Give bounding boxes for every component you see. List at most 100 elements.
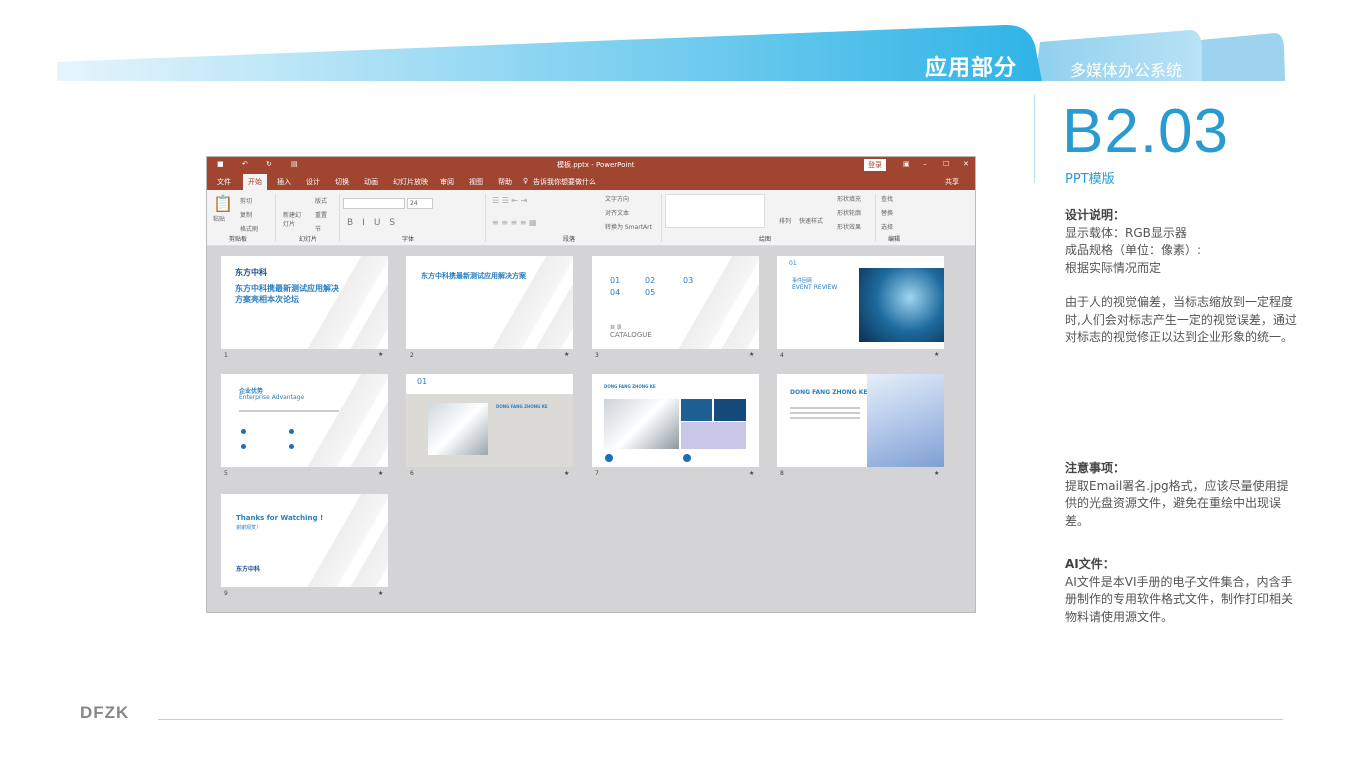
design-notes: 设计说明： 显示载体：RGB显示器 成品规格（单位：像素）: 根据实际情况而定 … [1065, 207, 1300, 347]
tab-transitions[interactable]: 切换 [335, 177, 349, 187]
shape-outline-button[interactable]: 形状轮廓 [837, 208, 861, 217]
tab-help[interactable]: 帮助 [498, 177, 512, 187]
design-line: 显示载体：RGB显示器 [1065, 225, 1187, 240]
cut-button[interactable]: 剪切 [240, 196, 252, 205]
group-label: 剪贴板 [229, 236, 248, 243]
slide-number: 5 [224, 470, 228, 477]
slide-thumbnail[interactable]: 01 02 03 04 05 目 录 CATALOGUE [592, 256, 759, 349]
transition-star-icon: ★ [378, 590, 384, 597]
subsection-title: 多媒体办公系统 [1070, 61, 1183, 80]
shapes-gallery[interactable] [665, 194, 765, 228]
tab-animations[interactable]: 动画 [364, 177, 378, 187]
tab-home[interactable]: 开始 [243, 174, 267, 190]
window-title: 模板.pptx - PowerPoint [557, 161, 635, 169]
design-heading: 设计说明： [1065, 208, 1126, 222]
format-painter-button[interactable]: 格式刷 [240, 224, 258, 233]
section-button[interactable]: 节 [315, 224, 321, 233]
arrange-button[interactable]: 排列 [779, 216, 791, 225]
close-button[interactable]: ✕ [963, 160, 969, 168]
slide-thumbnail[interactable]: 企业优势 Enterprise Advantage [221, 374, 388, 467]
powerpoint-window: ■ ↶ ↻ ▤ 模板.pptx - PowerPoint 登录 ▣ – ☐ ✕ … [206, 156, 976, 613]
new-slide-button[interactable]: 新建幻灯片 [283, 210, 303, 228]
slide-number: 9 [224, 590, 228, 597]
group-label: 绘图 [759, 236, 772, 243]
design-line: 根据实际情况而定 [1065, 260, 1162, 275]
tab-review[interactable]: 审阅 [440, 177, 454, 187]
reset-button[interactable]: 重置 [315, 210, 327, 219]
font-format-buttons[interactable]: BIUS [347, 218, 404, 228]
ai-heading: AI文件： [1065, 557, 1115, 571]
maximize-button[interactable]: ☐ [943, 160, 949, 168]
group-label: 字体 [402, 236, 415, 243]
slide-thumbnail[interactable]: 东方中科 东方中科携最新测试应用解决方案亮相本次论坛 [221, 256, 388, 349]
transition-star-icon: ★ [749, 351, 755, 358]
catalogue-item: 05 [645, 288, 656, 297]
copy-button[interactable]: 复制 [240, 210, 252, 219]
transition-star-icon: ★ [564, 470, 570, 477]
page-title: PPT模版 [1065, 172, 1115, 187]
transition-star-icon: ★ [934, 351, 940, 358]
font-name-input[interactable] [343, 198, 405, 209]
tab-file[interactable]: 文件 [217, 177, 231, 187]
text-direction-button[interactable]: 文字方向 [605, 194, 629, 203]
slide-thumbnail[interactable]: Thanks for Watching ! 谢谢观赏！ 东方中科 [221, 494, 388, 587]
smartart-button[interactable]: 转换为 SmartArt [605, 222, 652, 231]
logo: 东方中科 [236, 566, 261, 573]
ai-notes: AI文件： AI文件是本VI手册的电子文件集合，内含手册制作的专用软件格式文件，… [1065, 556, 1300, 626]
catalogue-item: 03 [683, 276, 694, 285]
present-icon[interactable]: ▤ [291, 160, 298, 168]
tab-design[interactable]: 设计 [306, 177, 320, 187]
title-bar: ■ ↶ ↻ ▤ 模板.pptx - PowerPoint 登录 ▣ – ☐ ✕ [207, 157, 975, 173]
slide-label-en: Enterprise Advantage [239, 394, 305, 401]
slide-thumbnail[interactable]: 01 DONG FANG ZHONG KE [406, 374, 573, 467]
replace-button[interactable]: 替换 [881, 208, 893, 217]
slide-label-en: EVENT REVIEW [792, 284, 838, 291]
slide-label-cn: 目 录 [610, 325, 622, 331]
group-label: 编辑 [888, 236, 901, 243]
list-icons[interactable]: ☰ ☰ ⇤ ⇥ [492, 196, 527, 205]
layout-button[interactable]: 版式 [315, 196, 327, 205]
slide-heading: DONG FANG ZHONG KE [496, 404, 548, 409]
tell-me-input[interactable]: 告诉我你想要做什么 [533, 177, 596, 187]
slide-thumbnail[interactable]: DONG FANG ZHONG KE [777, 374, 944, 467]
footer-divider [158, 719, 1283, 720]
shape-effects-button[interactable]: 形状效果 [837, 222, 861, 231]
share-button[interactable]: 共享 [945, 177, 959, 187]
tab-view[interactable]: 视图 [469, 177, 483, 187]
slide-number: 4 [780, 352, 784, 359]
ribbon-tabs: 文件 开始 插入 设计 切换 动画 幻灯片放映 审阅 视图 帮助 ♀ 告诉我你想… [207, 173, 975, 190]
caution-paragraph: 提取Email署名.jpg格式，应该尽量使用提供的光盘资源文件，避免在重绘中出现… [1065, 478, 1289, 528]
slide-label-en: CATALOGUE [610, 331, 652, 339]
slide-number: 7 [595, 470, 599, 477]
undo-icon[interactable]: ↶ [242, 160, 248, 168]
slide-number: 8 [780, 470, 784, 477]
car-image [428, 403, 488, 455]
select-button[interactable]: 选择 [881, 222, 893, 231]
slide-subtitle: 谢谢观赏！ [236, 525, 262, 531]
save-icon[interactable]: ■ [217, 160, 224, 168]
tab-slideshow[interactable]: 幻灯片放映 [393, 177, 428, 187]
tab-insert[interactable]: 插入 [277, 177, 291, 187]
slide-thumbnail[interactable]: 01 事件回顾 EVENT REVIEW [777, 256, 944, 349]
login-button[interactable]: 登录 [864, 159, 886, 171]
group-label: 幻灯片 [299, 236, 318, 243]
divider [275, 194, 276, 242]
car-image [604, 399, 679, 449]
shape-fill-button[interactable]: 形状填充 [837, 194, 861, 203]
quick-styles-button[interactable]: 快速样式 [799, 216, 823, 225]
group-label: 段落 [563, 236, 576, 243]
slide-thumbnail[interactable]: 东方中科携最新测试应用解决方案 [406, 256, 573, 349]
redo-icon[interactable]: ↻ [266, 160, 272, 168]
minimize-button[interactable]: – [923, 160, 927, 168]
font-size-input[interactable]: 24 [407, 198, 433, 209]
ribbon-display-icon[interactable]: ▣ [903, 160, 910, 168]
slide-thumbnail[interactable]: DONG FANG ZHONG KE [592, 374, 759, 467]
slide-title: Thanks for Watching ! [236, 514, 324, 522]
align-icons[interactable]: ≡ ≡ ≡ ≡ ▦ [492, 218, 537, 227]
align-text-button[interactable]: 对齐文本 [605, 208, 629, 217]
slide-heading: DONG FANG ZHONG KE [604, 384, 656, 389]
lightbulb-icon: ♀ [523, 177, 529, 185]
paste-button[interactable]: 粘贴 [213, 214, 225, 223]
paste-icon[interactable]: 📋 [213, 194, 233, 213]
find-button[interactable]: 查找 [881, 194, 893, 203]
